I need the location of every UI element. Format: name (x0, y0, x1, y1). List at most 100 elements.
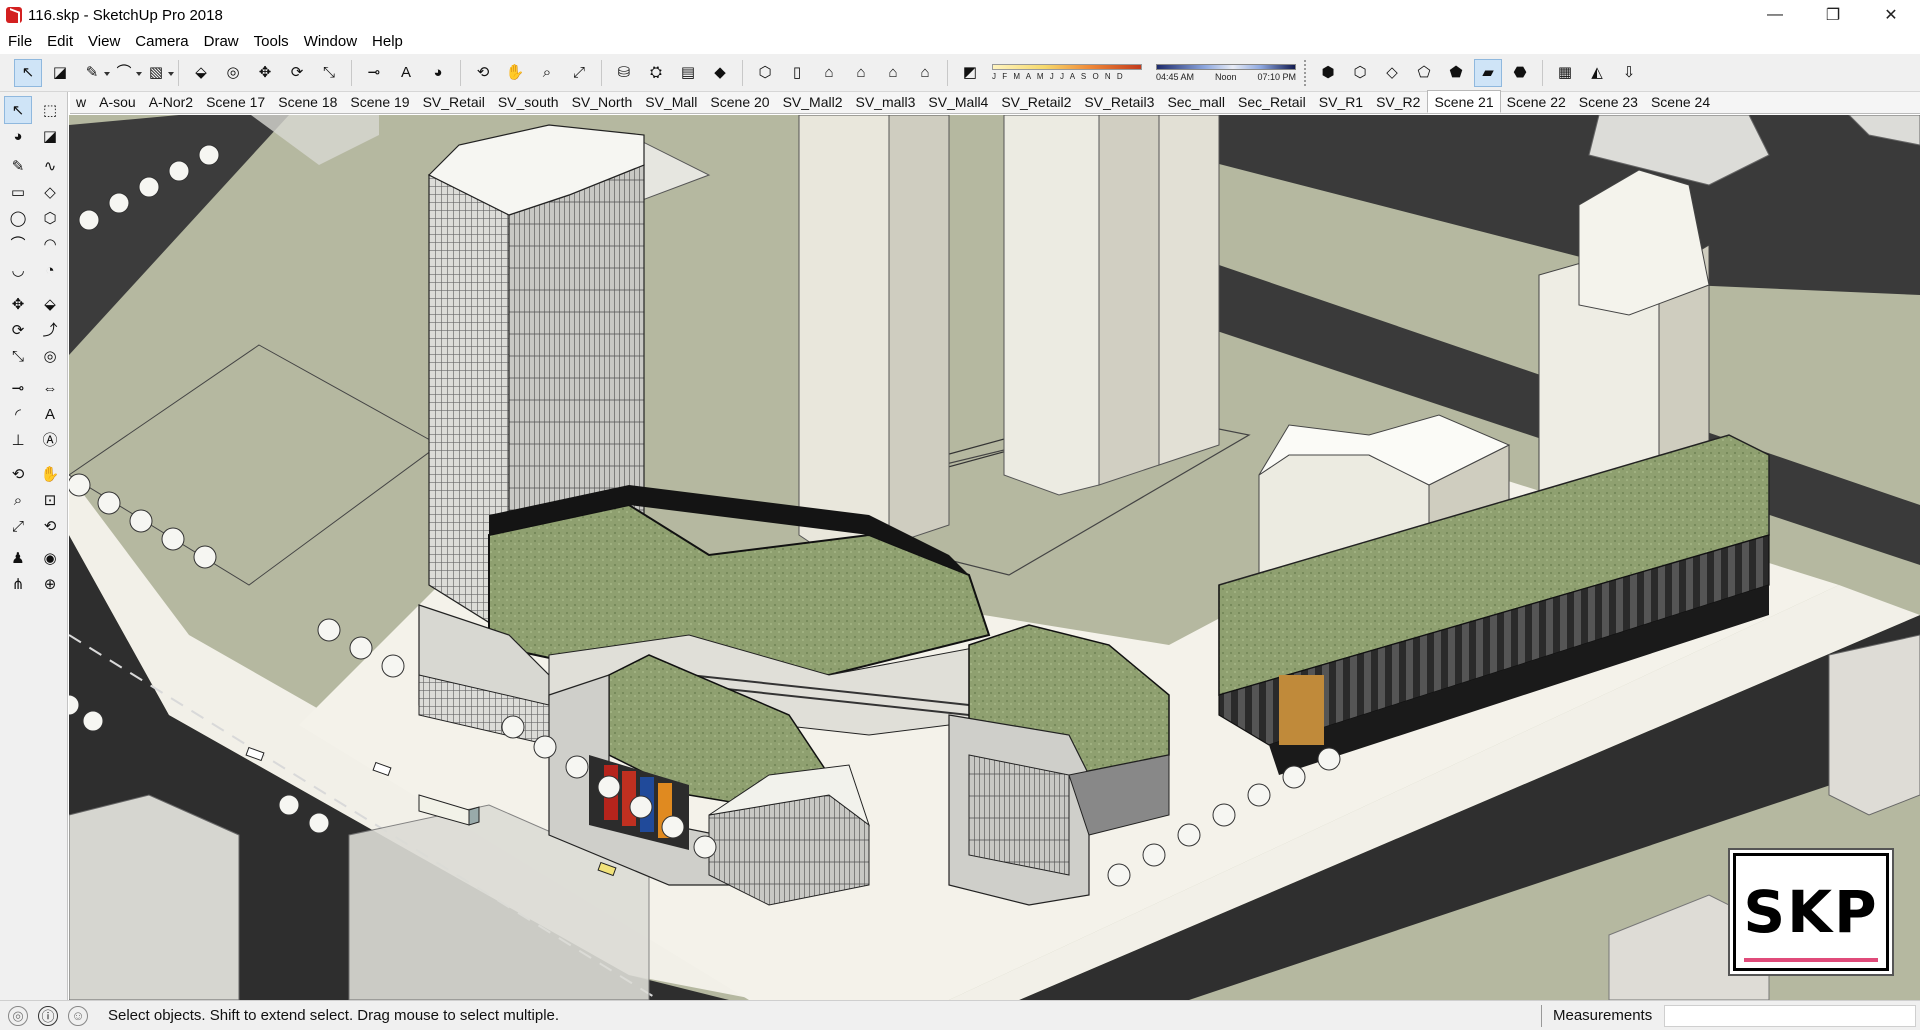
model-scene[interactable] (69, 115, 1920, 1000)
xray-style-button[interactable]: ⬢ (1314, 59, 1342, 87)
pie-tool-button[interactable]: ◔ (36, 256, 64, 284)
tape-measure-tool-button[interactable]: ⊸ (4, 374, 32, 402)
footprints-button[interactable]: ⇩ (1615, 59, 1643, 87)
view-back-button[interactable]: ⌂ (879, 59, 907, 87)
position-camera-tool-button[interactable]: ♟ (4, 544, 32, 572)
warehouse-button[interactable]: ⛁ (610, 59, 638, 87)
move-tool-button[interactable]: ✥ (4, 290, 32, 318)
scale-tool-button[interactable]: ⤡ (315, 59, 343, 87)
wireframe-style-button[interactable]: ◇ (1378, 59, 1406, 87)
tape-measure-button[interactable]: ⊸ (360, 59, 388, 87)
dimension-tool-button[interactable]: ⇔ (36, 374, 64, 402)
zoom-extents-tool-button[interactable]: ⤢ (4, 512, 32, 540)
walk-tool-button[interactable]: ⋔ (4, 570, 32, 598)
date-slider-track[interactable] (992, 64, 1142, 70)
geo-location-button[interactable]: ▦ (1551, 59, 1579, 87)
view-iso-button[interactable]: ⬡ (751, 59, 779, 87)
scene-tab-sv-r1[interactable]: SV_R1 (1313, 92, 1370, 113)
offset-tool-button[interactable]: ◎ (36, 342, 64, 370)
hidden-line-style-button[interactable]: ⬠ (1410, 59, 1438, 87)
menu-help[interactable]: Help (364, 30, 410, 54)
view-top-button[interactable]: ▯ (783, 59, 811, 87)
section-plane-tool-button[interactable]: ⊕ (36, 570, 64, 598)
select-tool-button[interactable]: ↖ (14, 58, 42, 87)
scene-tab-scene-21[interactable]: Scene 21 (1427, 90, 1501, 113)
menu-tools[interactable]: Tools (246, 30, 296, 54)
maximize-button[interactable]: ❐ (1804, 0, 1862, 30)
eraser-tool-button[interactable]: ◪ (46, 59, 74, 87)
orbit-tool-button[interactable]: ⟲ (469, 59, 497, 87)
text-tool-button[interactable]: A (392, 59, 420, 87)
credits-info-icon[interactable]: ⓘ (38, 1005, 58, 1026)
zoom-tool-button[interactable]: ⌕ (4, 486, 32, 514)
measurements-input[interactable] (1664, 1005, 1916, 1027)
scene-tab-sv-retail2[interactable]: SV_Retail2 (995, 92, 1078, 113)
pan-tool-button[interactable]: ✋ (36, 460, 64, 488)
scene-tab-scene-17[interactable]: Scene 17 (200, 92, 272, 113)
monochrome-style-button[interactable]: ⬣ (1506, 59, 1534, 87)
select-tool-button[interactable]: ↖ (4, 96, 32, 124)
scene-tab-scene-19[interactable]: Scene 19 (344, 92, 416, 113)
scene-tab-scene-24[interactable]: Scene 24 (1645, 92, 1717, 113)
view-right-button[interactable]: ⌂ (847, 59, 875, 87)
line-tool-button[interactable]: ✎ (78, 59, 110, 87)
push-pull-tool-button[interactable]: ⬙ (187, 59, 215, 87)
user-account-icon[interactable]: ☺ (68, 1005, 88, 1026)
close-button[interactable]: ✕ (1862, 0, 1920, 30)
previous-view-tool-button[interactable]: ⟲ (36, 512, 64, 540)
rectangle-tool-button[interactable]: ▭ (4, 178, 32, 206)
freehand-tool-button[interactable]: ∿ (36, 152, 64, 180)
geo-location-status-icon[interactable]: ◎ (8, 1005, 28, 1026)
scene-tab-sv-retail[interactable]: SV_Retail (417, 92, 492, 113)
follow-me-tool-button[interactable]: ⤴ (36, 316, 64, 344)
two-point-arc-tool-button[interactable]: ◠ (36, 230, 64, 258)
shapes-tool-button[interactable]: ▧ (142, 59, 174, 87)
menu-file[interactable]: File (0, 30, 39, 54)
shadow-date-slider[interactable]: J F M A M J J A S O N D (992, 64, 1142, 81)
scale-tool-button[interactable]: ⤡ (4, 342, 32, 370)
scene-tab-scene-22[interactable]: Scene 22 (1501, 92, 1573, 113)
scene-tab-sv-north[interactable]: SV_North (566, 92, 640, 113)
line-tool-button[interactable]: ✎ (4, 152, 32, 180)
paint-bucket-button[interactable]: ◕ (424, 59, 452, 87)
menu-draw[interactable]: Draw (196, 30, 246, 54)
shadows-toggle-button[interactable]: ◩ (956, 59, 984, 87)
menu-camera[interactable]: Camera (127, 30, 195, 54)
extension-warehouse-button[interactable]: ⛭ (642, 59, 670, 87)
move-tool-button[interactable]: ✥ (251, 59, 279, 87)
zoom-tool-button[interactable]: ⌕ (533, 59, 561, 87)
toolbar-grip[interactable] (1304, 59, 1308, 86)
menu-window[interactable]: Window (296, 30, 364, 54)
rotate-tool-button[interactable]: ⟳ (4, 316, 32, 344)
view-front-button[interactable]: ⌂ (815, 59, 843, 87)
scene-tab-sv-mall4[interactable]: SV_Mall4 (922, 92, 995, 113)
scene-tab-scene-20[interactable]: Scene 20 (704, 92, 776, 113)
zoom-window-tool-button[interactable]: ⊡ (36, 486, 64, 514)
three-point-arc-tool-button[interactable]: ◡ (4, 256, 32, 284)
scene-tab-sv-mall[interactable]: SV_Mall (639, 92, 704, 113)
polygon-tool-button[interactable]: ⬡ (36, 204, 64, 232)
arc-tool-button[interactable]: ⌒ (4, 230, 32, 258)
scene-tab-sv-mall2[interactable]: SV_Mall2 (777, 92, 850, 113)
time-slider-track[interactable] (1156, 63, 1296, 70)
sandbox-button[interactable]: ◭ (1583, 59, 1611, 87)
scene-tab-sv-r2[interactable]: SV_R2 (1370, 92, 1427, 113)
3d-text-tool-button[interactable]: Ⓐ (36, 426, 64, 454)
menu-view[interactable]: View (80, 30, 127, 54)
orbit-tool-button[interactable]: ⟲ (4, 460, 32, 488)
axes-tool-button[interactable]: ⊥ (4, 426, 32, 454)
component-tool-button[interactable]: ⬚ (36, 96, 64, 124)
look-around-tool-button[interactable]: ◉ (36, 544, 64, 572)
scene-tab-sv-retail3[interactable]: SV_Retail3 (1078, 92, 1161, 113)
eraser-tool-button[interactable]: ◪ (36, 122, 64, 150)
scene-tab-sec-mall[interactable]: Sec_mall (1161, 92, 1232, 113)
protractor-tool-button[interactable]: ◜ (4, 400, 32, 428)
scene-tab-a-nor2[interactable]: A-Nor2 (143, 92, 200, 113)
minimize-button[interactable]: — (1746, 0, 1804, 30)
scene-tab-w[interactable]: w (70, 92, 93, 113)
model-viewport[interactable]: SKP (69, 115, 1920, 1000)
rotated-rectangle-tool-button[interactable]: ◇ (36, 178, 64, 206)
scene-tab-sv-south[interactable]: SV_south (492, 92, 566, 113)
push-pull-tool-button[interactable]: ⬙ (36, 290, 64, 318)
view-left-button[interactable]: ⌂ (911, 59, 939, 87)
